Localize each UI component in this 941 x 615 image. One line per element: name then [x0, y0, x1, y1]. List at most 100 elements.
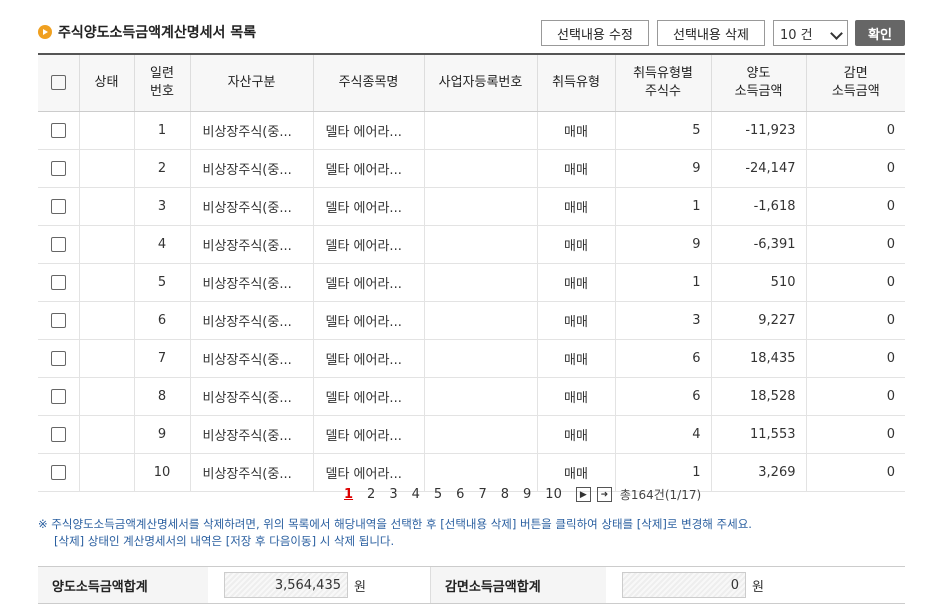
acquisition-type-cell: 매매	[536, 187, 615, 226]
exempt-cell: 0	[805, 301, 905, 340]
exempt-cell: 0	[805, 339, 905, 378]
acquisition-type-cell: 매매	[536, 263, 615, 302]
table-header: 상태 일련 번호 자산구분 주식종목명 사업자등록번호 취득유형 취득유형별 주…	[38, 54, 905, 112]
biz-number-cell	[423, 111, 537, 150]
exempt-cell: 0	[805, 263, 905, 302]
table-row[interactable]: 3 비상장주식(중... 델타 에어라... 매매 1 -1,618 0	[38, 187, 905, 226]
biz-number-cell	[423, 377, 537, 416]
exempt-cell: 0	[805, 149, 905, 188]
serial-cell: 6	[133, 301, 190, 340]
row-select-cell	[38, 225, 79, 264]
stock-name-cell: 델타 에어라...	[312, 377, 424, 416]
serial-cell: 1	[133, 111, 190, 150]
gain-cell: 9,227	[710, 301, 806, 340]
status-cell	[78, 415, 134, 454]
gain-cell: 3,269	[710, 453, 806, 492]
row-checkbox[interactable]	[50, 123, 66, 138]
table-row[interactable]: 7 비상장주식(중... 델타 에어라... 매매 6 18,435 0	[38, 339, 905, 378]
acquisition-type-cell: 매매	[536, 111, 615, 150]
row-checkbox[interactable]	[50, 427, 66, 442]
shares-cell: 1	[614, 263, 711, 302]
acquisition-type-cell: 매매	[536, 301, 615, 340]
row-checkbox[interactable]	[50, 275, 66, 290]
select-all-checkbox[interactable]	[50, 75, 66, 90]
row-checkbox[interactable]	[50, 465, 66, 480]
shares-cell: 4	[614, 415, 711, 454]
row-select-cell	[38, 187, 79, 226]
biz-number-cell	[423, 187, 537, 226]
stock-name-cell: 델타 에어라...	[312, 339, 424, 378]
page-link[interactable]: 2	[367, 487, 375, 502]
list-title: 주식양도소득금액계산명세서 목록	[38, 22, 256, 42]
row-checkbox[interactable]	[50, 351, 66, 366]
biz-number-cell	[423, 225, 537, 264]
asset-type-cell: 비상장주식(중...	[189, 453, 313, 492]
col-header: 일련 번호	[133, 54, 190, 112]
confirm-button[interactable]: 확인	[855, 20, 905, 46]
asset-type-cell: 비상장주식(중...	[189, 415, 313, 454]
select-all-cell	[38, 54, 79, 112]
status-cell	[78, 377, 134, 416]
asset-type-cell: 비상장주식(중...	[189, 149, 313, 188]
row-select-cell	[38, 453, 79, 492]
page-link[interactable]: 6	[456, 487, 464, 502]
row-checkbox[interactable]	[50, 161, 66, 176]
serial-cell: 9	[133, 415, 190, 454]
stock-name-cell: 델타 에어라...	[312, 301, 424, 340]
row-checkbox[interactable]	[50, 313, 66, 328]
acquisition-type-cell: 매매	[536, 149, 615, 188]
summary-bar: 양도소득금액합계 3,564,435 원 감면소득금액합계 0 원	[38, 566, 905, 604]
row-checkbox[interactable]	[50, 199, 66, 214]
shares-cell: 6	[614, 377, 711, 416]
col-header: 감면 소득금액	[805, 54, 905, 112]
page-link[interactable]: 4	[412, 487, 420, 502]
page-link[interactable]: 5	[434, 487, 442, 502]
page-link[interactable]: 8	[501, 487, 509, 502]
shares-cell: 9	[614, 225, 711, 264]
col-header: 취득유형별 주식수	[614, 54, 711, 112]
page-link[interactable]: 1	[344, 487, 353, 502]
row-select-cell	[38, 111, 79, 150]
biz-number-cell	[423, 149, 537, 188]
exempt-cell: 0	[805, 225, 905, 264]
table-row[interactable]: 8 비상장주식(중... 델타 에어라... 매매 6 18,528 0	[38, 377, 905, 416]
exempt-cell: 0	[805, 415, 905, 454]
col-header: 취득유형	[536, 54, 615, 112]
last-page-icon[interactable]: ➜	[596, 487, 612, 502]
gain-cell: 18,528	[710, 377, 806, 416]
page-link[interactable]: 3	[389, 487, 397, 502]
notice-line-2: [삭제] 상태인 계산명세서의 내역은 [저장 후 다음이동] 시 삭제 됩니다…	[54, 534, 395, 548]
status-cell	[78, 225, 134, 264]
status-cell	[78, 339, 134, 378]
table-row[interactable]: 4 비상장주식(중... 델타 에어라... 매매 9 -6,391 0	[38, 225, 905, 264]
page-link[interactable]: 9	[523, 487, 531, 502]
page-link[interactable]: 7	[478, 487, 486, 502]
table-row[interactable]: 6 비상장주식(중... 델타 에어라... 매매 3 9,227 0	[38, 301, 905, 340]
table-row[interactable]: 2 비상장주식(중... 델타 에어라... 매매 9 -24,147 0	[38, 149, 905, 188]
shares-cell: 3	[614, 301, 711, 340]
gain-cell: -11,923	[710, 111, 806, 150]
row-checkbox[interactable]	[50, 237, 66, 252]
table-row[interactable]: 9 비상장주식(중... 델타 에어라... 매매 4 11,553 0	[38, 415, 905, 454]
next-page-icon[interactable]: ▶	[575, 487, 591, 502]
status-cell	[78, 263, 134, 302]
row-select-cell	[38, 339, 79, 378]
row-select-cell	[38, 377, 79, 416]
page-size-select[interactable]: 10 건	[773, 20, 848, 46]
row-checkbox[interactable]	[50, 389, 66, 404]
biz-number-cell	[423, 263, 537, 302]
shares-cell: 9	[614, 149, 711, 188]
asset-type-cell: 비상장주식(중...	[189, 377, 313, 416]
edit-selected-button[interactable]: 선택내용 수정	[541, 20, 649, 46]
col-header: 주식종목명	[312, 54, 424, 112]
row-select-cell	[38, 149, 79, 188]
gain-cell: -24,147	[710, 149, 806, 188]
stock-name-cell: 델타 에어라...	[312, 149, 424, 188]
table-row[interactable]: 1 비상장주식(중... 델타 에어라... 매매 5 -11,923 0	[38, 111, 905, 150]
table-row[interactable]: 5 비상장주식(중... 델타 에어라... 매매 1 510 0	[38, 263, 905, 302]
asset-type-cell: 비상장주식(중...	[189, 225, 313, 264]
page-link[interactable]: 10	[545, 487, 562, 502]
bullet-icon	[38, 25, 52, 39]
delete-selected-button[interactable]: 선택내용 삭제	[657, 20, 765, 46]
gain-total-field: 3,564,435	[224, 572, 348, 598]
